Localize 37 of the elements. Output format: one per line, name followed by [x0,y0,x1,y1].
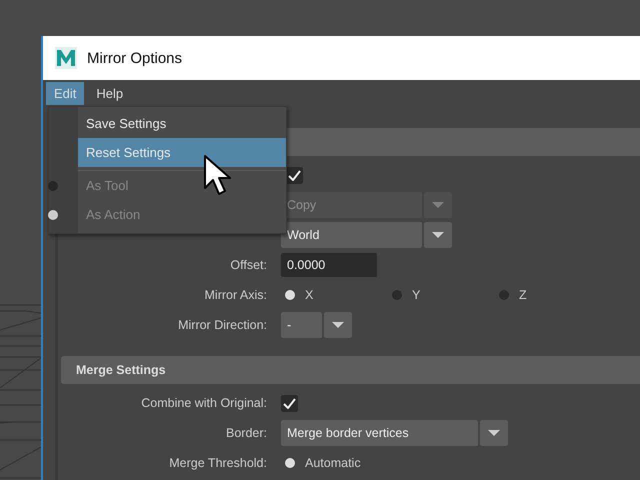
field-label: Mirror Direction: [177,318,268,332]
menu-item[interactable]: Save Settings [78,109,286,138]
dropdown-arrow-icon [431,231,445,239]
check-icon [288,170,301,180]
radio-button[interactable] [392,290,402,300]
field-label: Border: [225,426,268,440]
dropdown[interactable]: World [281,222,422,248]
menu-item[interactable]: Help [88,82,132,104]
radio-label: Automatic [305,456,361,470]
number-field[interactable]: 0.0000 [281,253,377,277]
app-logo-icon [55,47,77,69]
dropdown-arrow-icon [431,201,445,209]
mouse-pointer-icon [203,154,231,198]
field-label: Mirror Axis: [204,288,268,302]
dropdown[interactable]: Merge border vertices [281,420,478,446]
radio-label: X [305,288,314,302]
dropdown-button[interactable] [324,312,352,338]
window-title: Mirror Options [87,50,182,66]
checkbox[interactable] [281,394,298,412]
radio-label: Z [519,288,527,302]
radio-button[interactable] [285,458,295,468]
radio-label: Y [412,288,420,302]
field-label: Offset: [229,258,268,272]
field-label: Merge Threshold: [168,456,268,470]
radio-button[interactable] [499,290,509,300]
field-label: Combine with Original: [140,396,268,410]
dropdown-button[interactable] [424,222,452,248]
radio-button[interactable] [285,290,295,300]
dropdown-arrow-icon [487,429,501,437]
checkbox[interactable] [286,166,303,184]
menu-item[interactable]: Edit [46,82,84,104]
section-header[interactable]: Merge Settings [61,356,640,384]
dropdown-arrow-icon [331,321,345,329]
check-icon [283,398,296,408]
dropdown[interactable]: - [281,312,322,338]
dropdown-button[interactable] [480,420,508,446]
menu-item[interactable]: Reset Settings [78,138,286,167]
